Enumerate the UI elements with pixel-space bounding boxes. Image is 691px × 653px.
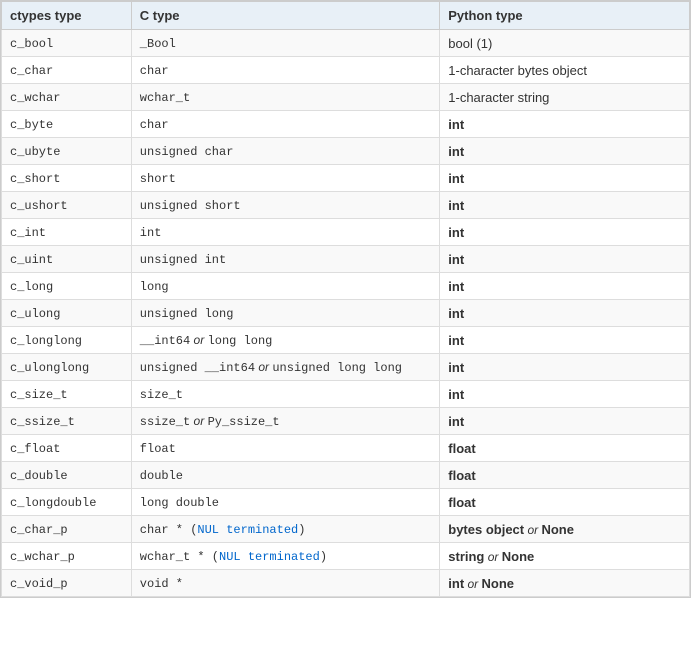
- python-type-cell: int: [440, 381, 690, 408]
- c-type-cell: double: [131, 462, 439, 489]
- table-row: c_wcharwchar_t1-character string: [2, 84, 690, 111]
- ctypes-type-cell: c_longdouble: [2, 489, 132, 516]
- ctypes-type-cell: c_size_t: [2, 381, 132, 408]
- python-type-cell: int: [440, 327, 690, 354]
- c-type-cell: unsigned short: [131, 192, 439, 219]
- python-type-cell: int: [440, 273, 690, 300]
- table-row: c_floatfloatfloat: [2, 435, 690, 462]
- c-type-cell: short: [131, 165, 439, 192]
- table-row: c_wchar_pwchar_t * (NUL terminated)strin…: [2, 543, 690, 570]
- ctypes-type-cell: c_char_p: [2, 516, 132, 543]
- ctypes-type-cell: c_bool: [2, 30, 132, 57]
- table-row: c_intintint: [2, 219, 690, 246]
- c-type-cell: wchar_t * (NUL terminated): [131, 543, 439, 570]
- table-row: c_bytecharint: [2, 111, 690, 138]
- c-type-cell: int: [131, 219, 439, 246]
- c-type-cell: void *: [131, 570, 439, 597]
- python-type-cell: int: [440, 192, 690, 219]
- python-type-cell: bytes object or None: [440, 516, 690, 543]
- ctypes-type-cell: c_long: [2, 273, 132, 300]
- table-row: c_bool_Boolbool (1): [2, 30, 690, 57]
- table-row: c_ulongunsigned longint: [2, 300, 690, 327]
- c-type-cell: unsigned int: [131, 246, 439, 273]
- python-type-cell: int: [440, 138, 690, 165]
- table-row: c_ssize_tssize_t or Py_ssize_tint: [2, 408, 690, 435]
- table-row: c_char_pchar * (NUL terminated)bytes obj…: [2, 516, 690, 543]
- ctypes-type-cell: c_float: [2, 435, 132, 462]
- header-ctypes-type: ctypes type: [2, 2, 132, 30]
- c-type-cell: char * (NUL terminated): [131, 516, 439, 543]
- c-type-cell: unsigned long: [131, 300, 439, 327]
- ctypes-type-cell: c_int: [2, 219, 132, 246]
- table-row: c_void_pvoid *int or None: [2, 570, 690, 597]
- ctypes-type-cell: c_byte: [2, 111, 132, 138]
- python-type-cell: float: [440, 489, 690, 516]
- ctypes-type-cell: c_ubyte: [2, 138, 132, 165]
- python-type-cell: float: [440, 462, 690, 489]
- table-header-row: ctypes type C type Python type: [2, 2, 690, 30]
- c-type-cell: char: [131, 57, 439, 84]
- table-row: c_longlongint: [2, 273, 690, 300]
- ctypes-type-cell: c_char: [2, 57, 132, 84]
- c-type-cell: float: [131, 435, 439, 462]
- c-type-cell: ssize_t or Py_ssize_t: [131, 408, 439, 435]
- c-type-cell: wchar_t: [131, 84, 439, 111]
- c-type-cell: char: [131, 111, 439, 138]
- table-row: c_longdoublelong doublefloat: [2, 489, 690, 516]
- table-row: c_uintunsigned intint: [2, 246, 690, 273]
- table-row: c_ushortunsigned shortint: [2, 192, 690, 219]
- table-row: c_shortshortint: [2, 165, 690, 192]
- header-python-type: Python type: [440, 2, 690, 30]
- table-row: c_doubledoublefloat: [2, 462, 690, 489]
- ctypes-type-cell: c_double: [2, 462, 132, 489]
- python-type-cell: int: [440, 300, 690, 327]
- ctypes-type-cell: c_longlong: [2, 327, 132, 354]
- python-type-cell: int or None: [440, 570, 690, 597]
- main-table-container: ctypes type C type Python type c_bool_Bo…: [0, 0, 691, 598]
- ctypes-type-cell: c_ushort: [2, 192, 132, 219]
- python-type-cell: 1-character string: [440, 84, 690, 111]
- table-row: c_charchar1-character bytes object: [2, 57, 690, 84]
- python-type-cell: int: [440, 219, 690, 246]
- c-type-cell: __int64 or long long: [131, 327, 439, 354]
- c-type-cell: unsigned __int64 or unsigned long long: [131, 354, 439, 381]
- c-type-cell: size_t: [131, 381, 439, 408]
- ctypes-type-cell: c_void_p: [2, 570, 132, 597]
- ctypes-table: ctypes type C type Python type c_bool_Bo…: [1, 1, 690, 597]
- ctypes-type-cell: c_wchar_p: [2, 543, 132, 570]
- python-type-cell: string or None: [440, 543, 690, 570]
- ctypes-type-cell: c_ulong: [2, 300, 132, 327]
- c-type-cell: unsigned char: [131, 138, 439, 165]
- header-c-type: C type: [131, 2, 439, 30]
- python-type-cell: bool (1): [440, 30, 690, 57]
- python-type-cell: int: [440, 408, 690, 435]
- table-row: c_size_tsize_tint: [2, 381, 690, 408]
- c-type-cell: _Bool: [131, 30, 439, 57]
- ctypes-type-cell: c_ulonglong: [2, 354, 132, 381]
- python-type-cell: int: [440, 165, 690, 192]
- ctypes-type-cell: c_wchar: [2, 84, 132, 111]
- python-type-cell: float: [440, 435, 690, 462]
- ctypes-type-cell: c_uint: [2, 246, 132, 273]
- ctypes-type-cell: c_short: [2, 165, 132, 192]
- python-type-cell: 1-character bytes object: [440, 57, 690, 84]
- python-type-cell: int: [440, 354, 690, 381]
- table-row: c_ubyteunsigned charint: [2, 138, 690, 165]
- c-type-cell: long double: [131, 489, 439, 516]
- python-type-cell: int: [440, 246, 690, 273]
- table-row: c_longlong__int64 or long longint: [2, 327, 690, 354]
- python-type-cell: int: [440, 111, 690, 138]
- c-type-cell: long: [131, 273, 439, 300]
- ctypes-type-cell: c_ssize_t: [2, 408, 132, 435]
- table-row: c_ulonglongunsigned __int64 or unsigned …: [2, 354, 690, 381]
